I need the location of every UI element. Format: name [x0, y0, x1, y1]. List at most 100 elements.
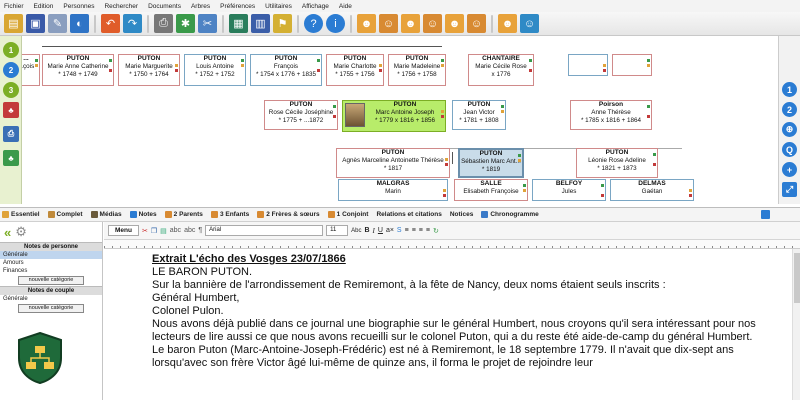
clear-format-icon[interactable]: a× [386, 227, 394, 234]
menu-personnes[interactable]: Personnes [63, 3, 94, 10]
selected-person-card[interactable]: PUTON Marc Antoine Joseph * 1779 x 1816 … [342, 100, 446, 132]
gear-icon[interactable]: ⚙ [15, 224, 27, 240]
generation-3-button[interactable]: 3 [3, 82, 19, 98]
zoom-in-icon[interactable]: + [782, 162, 797, 177]
help-icon[interactable]: ? [304, 14, 323, 33]
tab-essentiel[interactable]: Essentiel [2, 211, 40, 218]
copy-icon[interactable]: ❐ [151, 227, 157, 235]
tools-icon[interactable]: ✂ [198, 14, 217, 33]
settings-icon[interactable]: ✱ [176, 14, 195, 33]
new-couple-category-button[interactable]: nouvelle catégorie [18, 304, 84, 313]
highlighted-person-card[interactable]: PUTON Sébastien Marc Ant... * 1819 [458, 148, 524, 178]
zoom-fit-icon[interactable]: ⊕ [782, 122, 797, 137]
person-remove-icon[interactable]: ☻ [445, 14, 464, 33]
underline-icon[interactable]: U [378, 227, 383, 234]
tab-notes[interactable]: Notes [129, 211, 157, 218]
generation-2-button[interactable]: 2 [3, 62, 19, 78]
couple-icon[interactable]: ☺ [520, 14, 539, 33]
person-card[interactable]: PUTON Rose Cécile Joséphine * 1775 + ...… [264, 100, 338, 130]
tab-enfants[interactable]: 3 Enfants [210, 211, 249, 218]
edit-icon[interactable]: ✎ [48, 14, 67, 33]
folder-icon[interactable]: ▤ [4, 14, 23, 33]
align-left-icon[interactable]: ≡ [405, 227, 409, 234]
generation-1-button[interactable]: 1 [3, 42, 19, 58]
print-icon[interactable]: ⎙ [154, 14, 173, 33]
tab-parents[interactable]: 2 Parents [164, 211, 203, 218]
person-card[interactable]: BELFOY Jules [532, 179, 606, 201]
font-size-select[interactable]: 11 [326, 225, 349, 236]
refresh-icon[interactable]: ↻ [433, 227, 439, 235]
person-card[interactable]: PUTON François * 1754 x 1776 + 1835 [250, 54, 322, 86]
zoom-2-button[interactable]: 2 [782, 102, 797, 117]
italic-icon[interactable]: I [373, 227, 375, 235]
grid-icon[interactable]: ▦ [229, 14, 248, 33]
add-icon[interactable]: ◐ [70, 14, 89, 33]
person-card[interactable]: PUTON Marie Madeleine * 1756 + 1758 [388, 54, 446, 86]
menu-arbres[interactable]: Arbres [191, 3, 210, 10]
family-icon[interactable]: ☺ [379, 14, 398, 33]
tab-complet[interactable]: Complet [47, 211, 83, 218]
category-generale[interactable]: Générale [0, 251, 102, 259]
person-card[interactable]: SALLE Elisabeth Françoise [454, 179, 528, 201]
person-card[interactable]: PUTON Agnès Marceline Antoinette Thérèse… [336, 148, 450, 178]
paste-icon[interactable]: ▤ [160, 227, 167, 235]
person-card[interactable]: ... ...çois [22, 54, 40, 86]
editor-scrollbar[interactable] [792, 249, 800, 400]
tab-notices[interactable]: Notices [450, 211, 473, 218]
menu-rechercher[interactable]: Rechercher [104, 3, 138, 10]
person-card[interactable]: PUTON Louis Antoine * 1752 + 1752 [184, 54, 246, 86]
font-select[interactable]: Arial [205, 225, 324, 236]
highlight-icon[interactable]: S [397, 227, 402, 234]
justify-icon[interactable]: ≡ [426, 227, 430, 234]
tab-medias[interactable]: Médias [90, 211, 122, 218]
person-card[interactable]: PUTON Jean Victor * 1781 + 1808 [452, 100, 506, 130]
zoom-search-icon[interactable]: Q [782, 142, 797, 157]
bold-icon[interactable]: B [364, 227, 369, 234]
category-finances[interactable]: Finances [0, 267, 102, 275]
undo-icon[interactable]: ↶ [101, 14, 120, 33]
print-icon[interactable]: ⎙ [3, 126, 19, 142]
menu-preferences[interactable]: Préférences [220, 3, 255, 10]
align-right-icon[interactable]: ≡ [419, 227, 423, 234]
menu-affichage[interactable]: Affichage [302, 3, 329, 10]
person-card[interactable]: Poirson Anne Thérèse * 1785 x 1816 + 186… [570, 100, 652, 130]
scrollbar-thumb[interactable] [794, 253, 800, 303]
info-icon[interactable]: i [326, 14, 345, 33]
tree-canvas[interactable]: ... ...çois PUTON Marie Anne Catherine *… [22, 36, 778, 204]
person-card[interactable]: DELMAS Gaétan [610, 179, 694, 201]
tree-icon[interactable]: ♣ [3, 150, 19, 166]
new-category-button[interactable]: nouvelle catégorie [18, 276, 84, 285]
category-amours[interactable]: Amours [0, 259, 102, 267]
person-link-icon[interactable]: ☺ [423, 14, 442, 33]
tree-icon[interactable]: ⚑ [273, 14, 292, 33]
spellcheck-icon[interactable]: abc [170, 227, 181, 234]
menu-aide[interactable]: Aide [339, 3, 352, 10]
person-card[interactable]: PUTON Marie Charlotte * 1755 + 1756 [326, 54, 384, 86]
redo-icon[interactable]: ↷ [123, 14, 142, 33]
menu-documents[interactable]: Documents [148, 3, 181, 10]
popout-icon[interactable] [761, 210, 770, 219]
back-arrows-icon[interactable]: « [4, 225, 11, 240]
empty-person-card[interactable] [612, 54, 652, 76]
family-tree-icon[interactable]: ♣ [3, 102, 19, 118]
zoom-1-button[interactable]: 1 [782, 82, 797, 97]
paragraph-icon[interactable]: ¶ [198, 227, 202, 234]
person-card[interactable]: MALGRAS Marin [338, 179, 448, 201]
menu-utilitaires[interactable]: Utilitaires [265, 3, 292, 10]
couple-category-generale[interactable]: Générale [0, 295, 102, 303]
tab-conjoint[interactable]: 1 Conjoint [327, 211, 368, 218]
person-card[interactable]: PUTON Marie Marguerite * 1750 + 1764 [118, 54, 180, 86]
menu-edition[interactable]: Edition [34, 3, 54, 10]
menu-fichier[interactable]: Fichier [4, 3, 24, 10]
cut-icon[interactable]: ✂ [142, 227, 148, 235]
chart-icon[interactable]: ▥ [251, 14, 270, 33]
persons-icon[interactable]: ☻ [498, 14, 517, 33]
tab-relations[interactable]: Relations et citations [376, 211, 441, 218]
note-document[interactable]: Extrait L'écho des Vosges 23/07/1866 LE … [104, 249, 792, 400]
empty-person-card[interactable] [568, 54, 608, 76]
spellcheck2-icon[interactable]: abc [184, 227, 195, 234]
person-add-icon[interactable]: ☻ [401, 14, 420, 33]
person-up-icon[interactable]: ☺ [467, 14, 486, 33]
person-card[interactable]: PUTON Marie Anne Catherine * 1748 + 1749 [42, 54, 114, 86]
tab-freres-soeurs[interactable]: 2 Frères & sœurs [257, 211, 320, 218]
